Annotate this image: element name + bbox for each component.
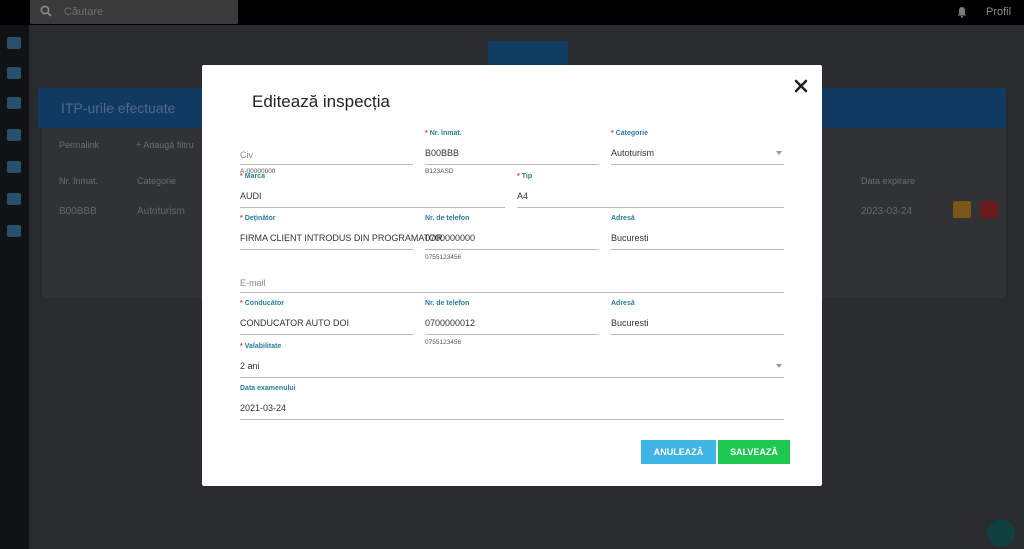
exam-date-value: 2021-03-24 bbox=[240, 403, 287, 413]
validity-label: * Valabilitate bbox=[240, 343, 282, 350]
driver-address-field[interactable]: Adresă Bucuresti bbox=[611, 300, 784, 335]
add-itp-button[interactable] bbox=[488, 41, 568, 65]
civ-placeholder: Civ bbox=[240, 150, 253, 160]
id-card-icon[interactable] bbox=[7, 193, 21, 205]
column-header-category[interactable]: Categorie bbox=[137, 176, 176, 186]
owner-address-label: Adresă bbox=[611, 215, 635, 222]
chart-icon[interactable] bbox=[7, 161, 21, 173]
validity-select[interactable]: * Valabilitate 2 ani bbox=[240, 343, 784, 378]
save-button[interactable]: SALVEAZĂ bbox=[718, 440, 790, 464]
validity-value: 2 ani bbox=[240, 361, 260, 371]
permalink-filter[interactable]: Permalink bbox=[59, 140, 99, 150]
type-field[interactable]: * Tip A4 bbox=[517, 173, 784, 208]
type-label: * Tip bbox=[517, 173, 533, 180]
search-box[interactable]: Căutare bbox=[30, 0, 238, 24]
driver-field[interactable]: * Conducător CONDUCATOR AUTO DOI bbox=[240, 300, 413, 335]
civ-field[interactable]: Civ bbox=[240, 143, 413, 165]
driver-value: CONDUCATOR AUTO DOI bbox=[240, 318, 350, 328]
driver-phone-field[interactable]: Nr. de telefon 0700000012 bbox=[425, 300, 599, 335]
owner-label: * Deținător bbox=[240, 215, 276, 222]
driver-address-label: Adresă bbox=[611, 300, 635, 307]
owner-phone-label: Nr. de telefon bbox=[425, 215, 470, 222]
profile-menu[interactable]: Profil bbox=[986, 6, 1011, 18]
column-header-plate[interactable]: Nr. înmat. bbox=[59, 176, 98, 186]
column-header-expiry[interactable]: Data expirare bbox=[861, 176, 915, 186]
sidebar bbox=[0, 25, 29, 549]
category-label: * Categorie bbox=[611, 130, 649, 137]
plate-label: * Nr. înmat. bbox=[425, 130, 462, 137]
users-icon[interactable] bbox=[7, 97, 21, 109]
exam-date-label: Data examenului bbox=[240, 385, 296, 392]
driver-phone-value: 0700000012 bbox=[425, 318, 476, 328]
category-select[interactable]: * Categorie Autoturism bbox=[611, 130, 784, 165]
modal-title: Editează inspecția bbox=[252, 92, 390, 111]
owner-address-value: Bucuresti bbox=[611, 233, 649, 243]
owner-value: FIRMA CLIENT INTRODUS DIN PROGRAMATOR bbox=[240, 233, 443, 243]
brand-field[interactable]: * Marca AUDI bbox=[240, 173, 505, 208]
owner-phone-value: 0700000000 bbox=[425, 233, 476, 243]
cancel-button[interactable]: ANULEAZĂ bbox=[641, 440, 716, 464]
plate-value: B00BBB bbox=[425, 148, 460, 158]
email-field[interactable]: E-mail bbox=[240, 271, 784, 293]
owner-address-field[interactable]: Adresă Bucuresti bbox=[611, 215, 784, 250]
chevron-down-icon bbox=[776, 364, 782, 368]
delete-row-button[interactable] bbox=[980, 201, 998, 218]
edit-inspection-modal: Editează inspecția Civ A-00000000 * Nr. î… bbox=[202, 65, 822, 486]
owner-phone-hint: 0755123456 bbox=[425, 254, 462, 261]
driver-phone-hint: 0755123456 bbox=[425, 339, 462, 346]
driver-address-value: Bucuresti bbox=[611, 318, 649, 328]
owner-phone-field[interactable]: Nr. de telefon 0700000000 bbox=[425, 215, 599, 250]
dashboard-icon[interactable] bbox=[7, 37, 21, 49]
search-placeholder: Căutare bbox=[64, 6, 104, 18]
top-bar: Căutare Profil bbox=[0, 0, 1024, 25]
chat-bubble-icon[interactable] bbox=[987, 519, 1015, 547]
plate-hint: B123ASD bbox=[425, 168, 454, 175]
type-value: A4 bbox=[517, 191, 529, 201]
owner-field[interactable]: * Deținător FIRMA CLIENT INTRODUS DIN PRO… bbox=[240, 215, 443, 250]
chevron-down-icon bbox=[776, 151, 782, 155]
row-category: Autoturism bbox=[137, 206, 185, 217]
category-value: Autoturism bbox=[611, 148, 655, 158]
edit-row-button[interactable] bbox=[953, 201, 971, 218]
itp-panel-title: ITP-urile efectuate bbox=[61, 100, 176, 116]
bell-icon[interactable] bbox=[956, 6, 968, 18]
email-placeholder: E-mail bbox=[240, 278, 266, 288]
row-plate: B00BBB bbox=[59, 206, 97, 217]
driver-phone-label: Nr. de telefon bbox=[425, 300, 470, 307]
close-icon[interactable] bbox=[794, 79, 808, 93]
brand-value: AUDI bbox=[240, 191, 262, 201]
add-filter-link[interactable]: + Adaugă filtru bbox=[136, 140, 194, 150]
driver-label: * Conducător bbox=[240, 300, 285, 307]
search-icon bbox=[40, 5, 52, 17]
row-expiry: 2023-03-24 bbox=[861, 206, 913, 217]
calendar-icon[interactable] bbox=[7, 67, 21, 79]
brand-label: * Marca bbox=[240, 173, 265, 180]
truck-icon[interactable] bbox=[7, 225, 21, 237]
exam-date-field[interactable]: Data examenului 2021-03-24 bbox=[240, 385, 784, 420]
plate-field[interactable]: * Nr. înmat. B00BBB bbox=[425, 130, 599, 165]
mail-icon[interactable] bbox=[7, 129, 21, 141]
